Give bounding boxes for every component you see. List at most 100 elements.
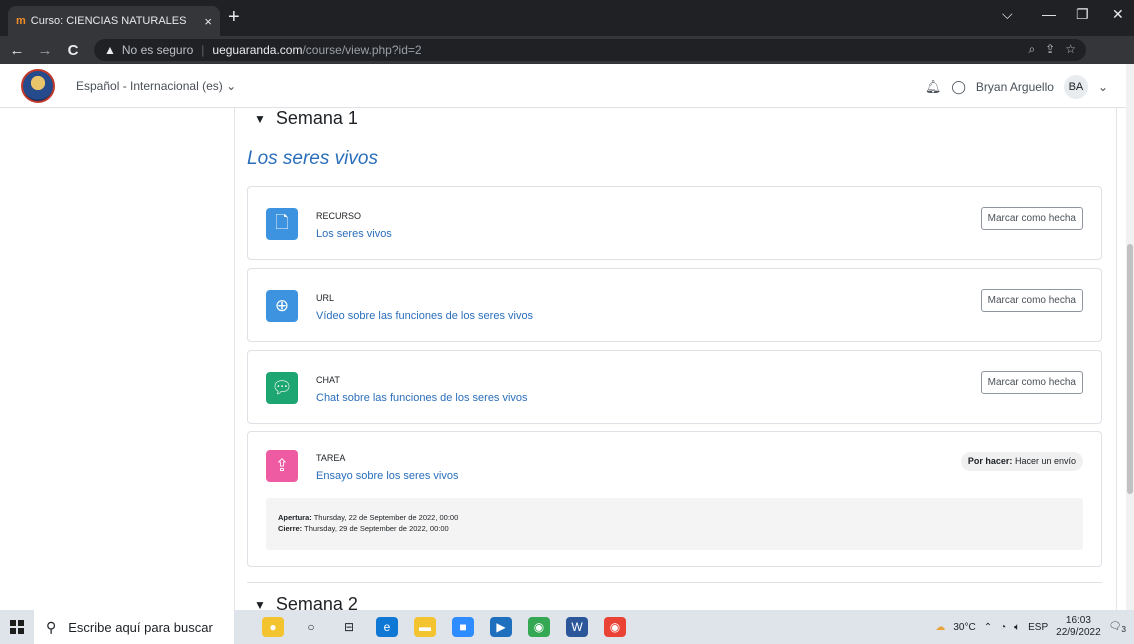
clock-date: 22/9/2022 <box>1056 627 1101 638</box>
activity-link[interactable]: Vídeo sobre las funciones de los seres v… <box>316 310 533 322</box>
assignment-upload-icon: ⇪ <box>266 450 298 482</box>
open-date-value: Thursday, 22 de September de 2022, 00:00 <box>313 513 459 522</box>
activity-type: CHAT <box>316 375 340 385</box>
reload-button[interactable]: C <box>62 42 84 59</box>
clock[interactable]: 16:03 22/9/2022 <box>1056 615 1101 639</box>
activity-type: URL <box>316 293 335 303</box>
language-selector[interactable]: Español - Internacional (es) ⌄ <box>76 79 236 93</box>
chrome-profile-icon[interactable]: ◉ <box>604 617 626 637</box>
messages-icon[interactable]: ◯ <box>951 79 966 95</box>
content-border-right <box>1116 108 1117 610</box>
page-scrollbar[interactable] <box>1126 64 1134 610</box>
notifications-bell-icon[interactable]: 🔔︎ <box>925 79 942 95</box>
search-placeholder: Escribe aquí para buscar <box>68 619 213 635</box>
user-name[interactable]: Bryan Arguello <box>976 80 1054 94</box>
edge-icon[interactable]: e <box>376 617 398 637</box>
activity-card: ⇪ TAREA Ensayo sobre los seres vivos Por… <box>247 431 1102 567</box>
chevron-down-icon: ⌄ <box>226 79 237 93</box>
chevron-down-icon: ▼ <box>254 111 266 126</box>
warning-icon[interactable]: ▲ <box>104 43 116 57</box>
section-heading: Semana 1 <box>275 108 358 128</box>
browser-toolbar: ← → C ▲ No es seguro | ueguaranda.com /c… <box>0 36 1134 95</box>
user-menu-area: 🔔︎ ◯ Bryan Arguello BA ⌄ <box>925 75 1108 99</box>
section-title: Los seres vivos <box>247 148 378 169</box>
notification-count: 3 <box>1121 623 1126 634</box>
school-logo[interactable] <box>21 69 55 103</box>
share-icon[interactable]: ⇪ <box>1045 42 1055 57</box>
prime-video-icon[interactable]: ▶ <box>490 617 512 637</box>
taskbar-search[interactable]: ⚲ Escribe aquí para buscar <box>34 610 234 644</box>
chevron-down-icon: ▼ <box>254 597 266 611</box>
open-date-label: Apertura: <box>278 513 312 522</box>
site-navbar: Español - Internacional (es) ⌄ 🔔︎ ◯ Brya… <box>0 64 1126 108</box>
cortana-icon[interactable]: ○ <box>300 617 322 637</box>
task-view-icon[interactable]: ⊟ <box>338 617 360 637</box>
tab-title: Curso: CIENCIAS NATURALES <box>30 15 187 27</box>
omnibox-actions: ⌕ ⇪ ☆ <box>1028 42 1076 57</box>
close-window-button[interactable]: ✕ <box>1112 6 1124 23</box>
browser-tab[interactable]: m Curso: CIENCIAS NATURALES × <box>8 6 220 36</box>
activity-type: RECURSO <box>316 211 362 221</box>
temperature[interactable]: 30°C <box>953 622 975 633</box>
zoom-icon[interactable]: ⌕ <box>1028 42 1035 57</box>
volume-icon[interactable]: 🔈︎ <box>1014 622 1020 633</box>
maximize-button[interactable]: ❐ <box>1076 6 1089 23</box>
windows-start-icon[interactable] <box>10 620 24 634</box>
url-path: /course/view.php?id=2 <box>302 43 422 57</box>
clock-time: 16:03 <box>1065 615 1091 626</box>
language-label: Español - Internacional (es) <box>76 79 223 93</box>
file-icon: 🗋︎ <box>266 208 298 240</box>
close-date-value: Thursday, 29 de September de 2022, 00:00 <box>304 524 449 533</box>
notifications-icon[interactable]: 🗨︎3 <box>1109 621 1126 634</box>
bookmark-star-icon[interactable]: ☆ <box>1065 42 1076 57</box>
course-content: ▼ Semana 1 Los seres vivos 🗋︎ RECURSO Lo… <box>0 108 1126 610</box>
mark-done-button[interactable]: Marcar como hecha <box>980 371 1083 394</box>
minimize-button[interactable]: — <box>1042 6 1056 22</box>
activity-type: TAREA <box>316 453 346 463</box>
moodle-favicon-icon: m <box>16 15 26 27</box>
globe-icon: ⊕ <box>266 290 298 322</box>
security-status: No es seguro <box>121 43 194 57</box>
next-section-heading: Semana 2 <box>275 594 358 610</box>
url-domain: ueguaranda.com <box>212 43 303 57</box>
tab-close-icon[interactable]: × <box>204 14 212 29</box>
word-icon[interactable]: W <box>566 617 588 637</box>
user-avatar[interactable]: BA <box>1063 75 1088 99</box>
activity-link[interactable]: Chat sobre las funciones de los seres vi… <box>316 392 528 404</box>
language-indicator[interactable]: ESP <box>1028 622 1048 633</box>
weather-icon[interactable]: ☁ <box>935 622 945 633</box>
tray-expand-icon[interactable]: ⌃ <box>984 622 992 633</box>
widgets-icon[interactable]: ● <box>262 617 284 637</box>
scrollbar-thumb[interactable] <box>1127 244 1133 494</box>
forward-button[interactable]: → <box>34 42 56 59</box>
back-button[interactable]: ← <box>6 42 28 59</box>
todo-badge-value: Hacer un envío <box>1014 456 1076 466</box>
mark-done-button[interactable]: Marcar como hecha <box>980 289 1083 312</box>
section-divider <box>247 582 1102 583</box>
browser-tab-strip: m Curso: CIENCIAS NATURALES × + ⌵ — ❐ ✕ <box>0 0 1134 36</box>
system-tray: ☁ 30°C ⌃ ◔ 🔈︎ ESP 16:03 22/9/2022 🗨︎3 <box>935 610 1126 644</box>
network-icon[interactable]: ◔ <box>1000 622 1006 633</box>
close-date: Cierre: Thursday, 29 de September de 202… <box>278 523 1071 534</box>
mark-done-button[interactable]: Marcar como hecha <box>980 207 1083 230</box>
new-tab-button[interactable]: + <box>228 7 240 27</box>
address-separator: | <box>201 43 205 57</box>
tab-search-icon[interactable]: ⌵ <box>1002 6 1013 23</box>
section-toggle[interactable]: ▼ Semana 2 <box>254 594 358 610</box>
open-date: Apertura: Thursday, 22 de September de 2… <box>278 512 1071 523</box>
activity-card: 💬︎ CHAT Chat sobre las funciones de los … <box>247 350 1102 424</box>
activity-link[interactable]: Ensayo sobre los seres vivos <box>316 470 458 482</box>
activity-dates: Apertura: Thursday, 22 de September de 2… <box>266 498 1083 550</box>
todo-badge-label: Por hacer: <box>967 456 1013 466</box>
chrome-icon[interactable]: ◉ <box>528 617 550 637</box>
search-icon: ⚲ <box>46 618 57 635</box>
address-bar[interactable]: ▲ No es seguro | ueguaranda.com /course/… <box>94 39 1086 61</box>
file-explorer-icon[interactable]: ▬ <box>414 617 436 637</box>
zoom-app-icon[interactable]: ■ <box>452 617 474 637</box>
close-date-label: Cierre: <box>278 524 303 533</box>
activity-card: 🗋︎ RECURSO Los seres vivos Marcar como h… <box>247 186 1102 260</box>
windows-taskbar: ⚲ Escribe aquí para buscar ● ○ ⊟ e ▬ ■ ▶… <box>0 610 1134 644</box>
section-toggle[interactable]: ▼ Semana 1 <box>254 108 358 129</box>
activity-link[interactable]: Los seres vivos <box>316 228 392 240</box>
user-menu-chevron-icon[interactable]: ⌄ <box>1098 80 1108 94</box>
